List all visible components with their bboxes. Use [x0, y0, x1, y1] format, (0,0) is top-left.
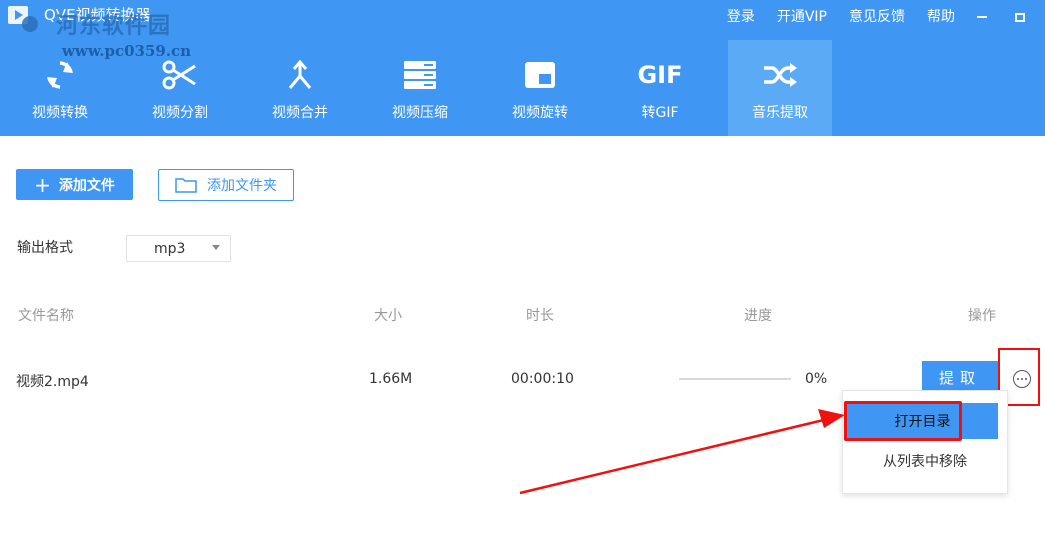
tab-label: 视频分割 [152, 105, 208, 121]
tab-label: 视频旋转 [512, 105, 568, 121]
tab-label: 视频压缩 [392, 105, 448, 121]
open-directory-menu-item[interactable]: 打开目录 [847, 403, 998, 439]
tab-video-merge[interactable]: 视频合并 [240, 40, 360, 136]
feedback-link[interactable]: 意见反馈 [849, 6, 905, 26]
help-link[interactable]: 帮助 [927, 6, 955, 26]
file-duration: 00:00:10 [511, 371, 574, 387]
output-format-label: 输出格式 [17, 240, 73, 256]
watermark-text: 河东软件园 [56, 13, 172, 39]
remove-from-list-menu-item[interactable]: 从列表中移除 [843, 443, 1007, 479]
minimize-icon [977, 16, 987, 18]
file-name: 视频2.mp4 [16, 374, 89, 390]
more-options-button[interactable] [1013, 370, 1031, 388]
refresh-icon [39, 54, 81, 96]
tab-video-convert[interactable]: 视频转换 [0, 40, 120, 136]
tab-label: 音乐提取 [752, 105, 808, 121]
column-header-progress: 进度 [744, 308, 772, 324]
app-logo-icon [8, 6, 38, 32]
scissors-icon [159, 54, 201, 96]
tab-to-gif[interactable]: GIF 转GIF [600, 40, 720, 136]
add-folder-button[interactable]: 添加文件夹 [158, 169, 294, 201]
output-format-value: mp3 [154, 240, 186, 257]
shuffle-icon [759, 54, 801, 96]
compress-icon [399, 54, 441, 96]
output-format-select[interactable]: mp3 [126, 235, 231, 262]
column-header-duration: 时长 [526, 308, 554, 324]
tab-label: 视频合并 [272, 105, 328, 121]
header: QVE视频转换器 河东软件园 www.pc0359.cn 登录 开通VIP 意见… [0, 0, 1045, 136]
plus-icon: + [34, 172, 51, 197]
feature-tabs: 视频转换 视频分割 视频合并 视频压缩 视频旋转 GIF 转GIF 音乐提取 [0, 40, 832, 136]
column-header-size: 大小 [374, 308, 402, 324]
tab-video-split[interactable]: 视频分割 [120, 40, 240, 136]
add-file-button[interactable]: + 添加文件 [16, 169, 133, 200]
chevron-down-icon [212, 245, 220, 250]
maximize-button[interactable] [1009, 7, 1031, 26]
rotate-icon [519, 54, 561, 96]
gif-icon: GIF [637, 61, 683, 89]
login-link[interactable]: 登录 [727, 6, 755, 26]
progress-bar [679, 378, 791, 380]
context-menu: 打开目录 从列表中移除 [842, 390, 1008, 494]
app-window: QVE视频转换器 河东软件园 www.pc0359.cn 登录 开通VIP 意见… [0, 0, 1045, 544]
add-folder-label: 添加文件夹 [207, 178, 277, 194]
column-header-name: 文件名称 [18, 308, 74, 324]
folder-icon [175, 178, 197, 193]
file-size: 1.66M [369, 371, 413, 387]
tab-label: 转GIF [641, 105, 679, 121]
tab-music-extract[interactable]: 音乐提取 [728, 40, 832, 136]
tab-label: 视频转换 [32, 105, 88, 121]
add-file-label: 添加文件 [58, 177, 115, 194]
vip-link[interactable]: 开通VIP [777, 6, 827, 26]
tab-video-rotate[interactable]: 视频旋转 [480, 40, 600, 136]
minimize-button[interactable] [971, 7, 993, 26]
title-bar: QVE视频转换器 河东软件园 www.pc0359.cn 登录 开通VIP 意见… [0, 0, 1045, 60]
column-header-action: 操作 [968, 308, 996, 324]
maximize-icon [1015, 12, 1025, 22]
progress-text: 0% [805, 371, 828, 387]
top-links: 登录 开通VIP 意见反馈 帮助 [705, 6, 1031, 26]
tab-video-compress[interactable]: 视频压缩 [360, 40, 480, 136]
merge-icon [279, 54, 321, 96]
